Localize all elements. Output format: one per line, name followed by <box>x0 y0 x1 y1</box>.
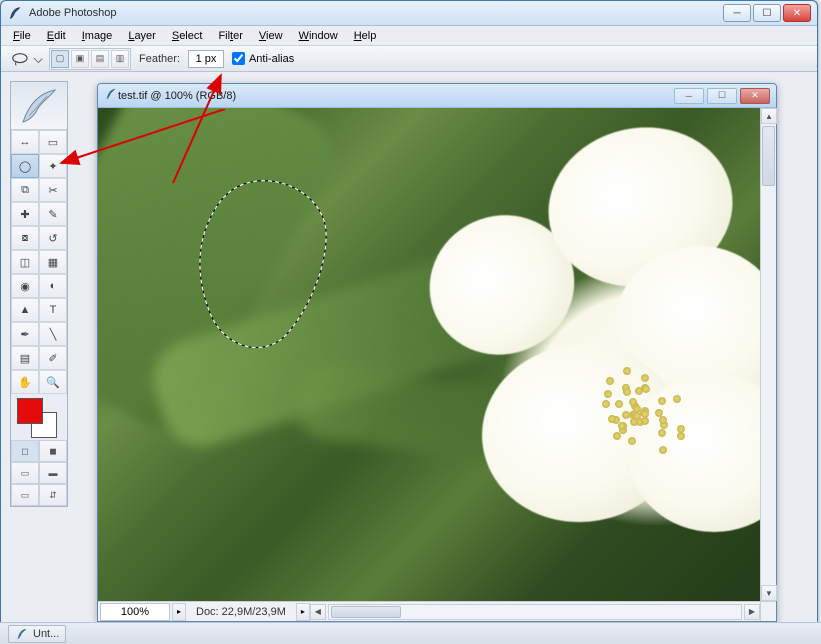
lasso-preset-icon[interactable] <box>11 49 41 69</box>
move-tool[interactable]: ↔ <box>11 130 39 154</box>
menu-help[interactable]: Help <box>348 28 383 44</box>
scroll-left-button[interactable]: ◀ <box>310 604 326 620</box>
hand-tool[interactable]: ✋ <box>11 370 39 394</box>
line-tool[interactable]: ╲ <box>39 322 67 346</box>
menu-view[interactable]: View <box>253 28 289 44</box>
scroll-down-button[interactable]: ▼ <box>761 585 777 601</box>
zoom-level-input[interactable]: 100% <box>100 603 170 621</box>
clone-stamp-tool[interactable]: ⧇ <box>11 226 39 250</box>
feather-input[interactable] <box>188 50 224 68</box>
document-size-info: Doc: 22,9M/23,9M <box>186 606 296 618</box>
eraser-tool[interactable]: ◫ <box>11 250 39 274</box>
taskbar: Unt... <box>0 622 821 644</box>
screen-mode-row: ▭ ▬ <box>11 462 67 484</box>
screen-standard-button[interactable]: ▭ <box>11 462 39 484</box>
gradient-tool[interactable]: ▦ <box>39 250 67 274</box>
resize-corner[interactable] <box>760 601 776 621</box>
scroll-right-button[interactable]: ▶ <box>744 604 760 620</box>
lasso-selection-marquee <box>188 173 338 353</box>
dodge-tool[interactable]: ◐ <box>39 274 67 298</box>
zoom-tool[interactable]: 🔍 <box>39 370 67 394</box>
antialias-label: Anti-alias <box>249 53 294 65</box>
taskbar-item[interactable]: Unt... <box>8 625 66 643</box>
dropdown-icon <box>33 54 42 63</box>
canvas[interactable] <box>98 108 760 601</box>
edit-mode-row: ◻ ◼ <box>11 440 67 462</box>
screen-full-menubar-button[interactable]: ▬ <box>39 462 67 484</box>
jump-to-imageready-button[interactable]: ⇵ <box>39 484 67 506</box>
menu-edit[interactable]: Edit <box>41 28 72 44</box>
flower-stamen <box>575 355 694 463</box>
status-bar: 100% ▸ Doc: 22,9M/23,9M ▸ ◀ ▶ <box>98 601 760 621</box>
horizontal-scroll-track[interactable] <box>328 604 742 620</box>
document-window-controls: ─ ☐ ✕ <box>674 88 770 104</box>
status-popup-button[interactable]: ▸ <box>172 603 186 621</box>
taskbar-item-label: Unt... <box>33 628 59 640</box>
document-title: test.tif @ 100% (RGB/8) <box>118 90 674 102</box>
standard-mode-button[interactable]: ◻ <box>11 440 39 462</box>
options-bar: ▢ ▣ ▤ ▥ Feather: Anti-alias <box>1 46 817 72</box>
window-controls: ─ ☐ ✕ <box>723 4 811 22</box>
document-close-button[interactable]: ✕ <box>740 88 770 104</box>
screen-full-button[interactable]: ▭ <box>11 484 39 506</box>
menu-filter[interactable]: Filter <box>212 28 248 44</box>
antialias-input[interactable] <box>232 52 245 65</box>
toolbox: ↔▭◯✦⧉✂✚✎⧇↺◫▦◉◐▲T✒╲▤✐✋🔍 ◻ ◼ ▭ ▬ ▭ ⇵ <box>10 81 68 507</box>
selection-add-button[interactable]: ▣ <box>71 50 89 68</box>
document-icon <box>104 87 118 104</box>
taskbar-app-icon <box>15 627 29 641</box>
quickmask-mode-button[interactable]: ◼ <box>39 440 67 462</box>
scroll-up-button[interactable]: ▲ <box>761 108 777 124</box>
vertical-scrollbar[interactable]: ▲ ▼ <box>760 108 776 601</box>
menu-file[interactable]: File <box>7 28 37 44</box>
photoshop-logo-icon <box>11 82 67 130</box>
selection-mode-group: ▢ ▣ ▤ ▥ <box>49 48 131 70</box>
selection-new-button[interactable]: ▢ <box>51 50 69 68</box>
marquee-tool[interactable]: ▭ <box>39 130 67 154</box>
menu-select[interactable]: Select <box>166 28 209 44</box>
document-window: test.tif @ 100% (RGB/8) ─ ☐ ✕ <box>97 83 777 622</box>
app-title: Adobe Photoshop <box>29 7 723 19</box>
document-maximize-button[interactable]: ☐ <box>707 88 737 104</box>
eyedropper-tool[interactable]: ✐ <box>39 346 67 370</box>
feather-label: Feather: <box>139 53 180 65</box>
blur-tool[interactable]: ◉ <box>11 274 39 298</box>
healing-brush-tool[interactable]: ✚ <box>11 202 39 226</box>
close-button[interactable]: ✕ <box>783 4 811 22</box>
photoshop-app-icon <box>7 5 23 21</box>
menubar: File Edit Image Layer Select Filter View… <box>1 26 817 46</box>
history-brush-tool[interactable]: ↺ <box>39 226 67 250</box>
crop-tool[interactable]: ⧉ <box>11 178 39 202</box>
document-titlebar[interactable]: test.tif @ 100% (RGB/8) ─ ☐ ✕ <box>98 84 776 108</box>
document-minimize-button[interactable]: ─ <box>674 88 704 104</box>
magic-wand-tool[interactable]: ✦ <box>39 154 67 178</box>
menu-window[interactable]: Window <box>293 28 344 44</box>
selection-subtract-button[interactable]: ▤ <box>91 50 109 68</box>
type-tool[interactable]: T <box>39 298 67 322</box>
minimize-button[interactable]: ─ <box>723 4 751 22</box>
slice-tool[interactable]: ✂ <box>39 178 67 202</box>
lasso-tool[interactable]: ◯ <box>11 154 39 178</box>
horizontal-scroll-thumb[interactable] <box>331 606 401 618</box>
tool-grid: ↔▭◯✦⧉✂✚✎⧇↺◫▦◉◐▲T✒╲▤✐✋🔍 <box>11 130 67 394</box>
color-swatches <box>11 394 67 440</box>
menu-layer[interactable]: Layer <box>122 28 162 44</box>
screen-mode-row-2: ▭ ⇵ <box>11 484 67 506</box>
status-menu-button[interactable]: ▸ <box>296 603 310 621</box>
maximize-button[interactable]: ☐ <box>753 4 781 22</box>
foreground-color-swatch[interactable] <box>17 398 43 424</box>
notes-tool[interactable]: ▤ <box>11 346 39 370</box>
main-window: Adobe Photoshop ─ ☐ ✕ File Edit Image La… <box>0 0 818 640</box>
selection-intersect-button[interactable]: ▥ <box>111 50 129 68</box>
vertical-scroll-thumb[interactable] <box>762 126 775 186</box>
menu-image[interactable]: Image <box>76 28 119 44</box>
brush-tool[interactable]: ✎ <box>39 202 67 226</box>
pen-tool[interactable]: ✒ <box>11 322 39 346</box>
path-selection-tool[interactable]: ▲ <box>11 298 39 322</box>
titlebar: Adobe Photoshop ─ ☐ ✕ <box>1 1 817 26</box>
antialias-checkbox[interactable]: Anti-alias <box>232 52 294 65</box>
canvas-area[interactable] <box>98 108 760 601</box>
